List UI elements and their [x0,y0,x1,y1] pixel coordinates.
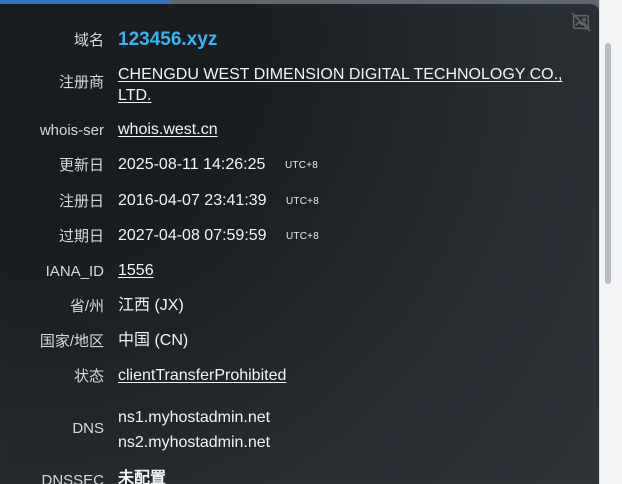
registered-value: 2016-04-07 23:41:39 [118,192,267,209]
status-link[interactable]: clientTransferProhibited [118,366,286,386]
dnssec-value: 未配置 [118,470,167,484]
expires-timezone: UTC+8 [286,231,319,242]
domain-value: 123456.xyz [118,29,218,50]
registrar-link[interactable]: CHENGDU WEST DIMENSION DIGITAL TECHNOLOG… [118,64,568,106]
expires-value: 2027-04-08 07:59:59 [118,227,267,244]
updated-value: 2025-08-11 14:26:25 [118,156,266,173]
registered-label: 注册日 [58,193,104,210]
whois-panel: 域名 123456.xyz 注册商 CHENGDU WEST DIMENSION… [0,4,600,484]
dns-server-2: ns2.myhostadmin.net [118,434,271,451]
domain-label: 域名 [73,32,104,49]
country-value: 中国 (CN) [118,332,189,349]
whois-server-link[interactable]: whois.west.cn [118,120,218,140]
status-label: 状态 [73,368,104,385]
screen: 域名 123456.xyz 注册商 CHENGDU WEST DIMENSION… [0,0,622,484]
dns-values: ns1.myhostadmin.net ns2.myhostadmin.net [118,405,270,455]
country-label: 国家/地区 [39,333,104,350]
registrar-label: 注册商 [58,74,104,91]
dns-server-1: ns1.myhostadmin.net [118,409,271,426]
dns-label: DNS [72,420,104,437]
image-icon [571,12,591,32]
iana-id-label: IANA_ID [45,263,104,280]
registered-timezone: UTC+8 [286,196,319,207]
updated-timezone: UTC+8 [285,160,318,171]
scrollbar-thumb[interactable] [605,43,611,284]
scrollbar[interactable] [599,0,622,484]
updated-label: 更新日 [58,157,104,174]
whois-server-label: whois-ser [39,122,104,139]
province-label: 省/州 [69,298,104,315]
province-value: 江西 (JX) [118,297,184,314]
dnssec-label: DNSSEC [41,472,104,484]
iana-id-link[interactable]: 1556 [118,261,154,281]
expires-label: 过期日 [58,228,104,245]
